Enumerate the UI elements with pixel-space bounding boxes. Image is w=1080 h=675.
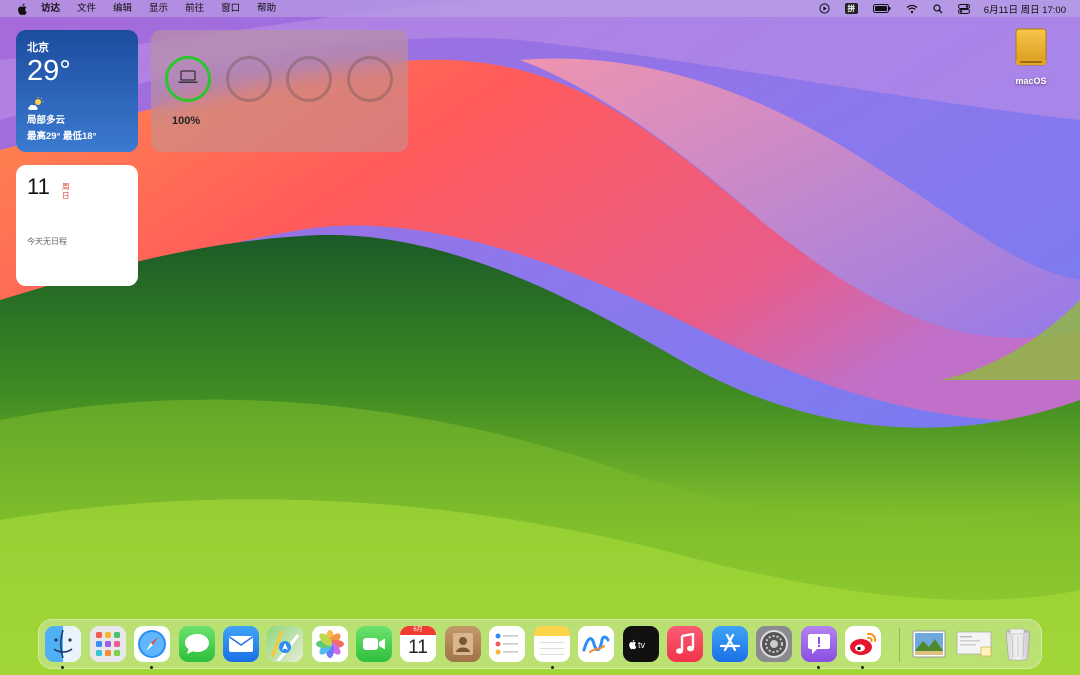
menu-bar: 访达 文件 编辑 显示 前往 窗口 帮助 拼 6月11日 周日 17:00 [0,0,1080,17]
menu-help[interactable]: 帮助 [257,0,276,17]
safari-icon[interactable] [134,626,170,662]
launchpad-icon[interactable] [90,626,126,662]
finder-running-indicator [61,666,64,669]
weibo-icon[interactable] [845,626,881,662]
calendar-icon-month: 6月 [400,626,436,635]
battery-percentage: 100% [172,115,201,127]
apple-tv-icon[interactable]: tv [623,626,659,662]
calendar-icon-day: 11 [408,637,428,658]
calendar-icon[interactable]: 6月 11 [400,626,436,662]
preview-image-icon[interactable] [911,626,947,662]
document-stack-icon[interactable] [955,626,995,662]
menu-clock[interactable]: 6月11日 周日 17:00 [984,0,1066,17]
notes-running-indicator [551,666,554,669]
freeform-icon[interactable] [578,626,614,662]
battery-ring-empty [286,56,332,102]
weather-high-low: 最高29° 最低18° [27,131,97,142]
dock: 6月 11 tv [38,619,1042,669]
system-settings-icon[interactable] [756,626,792,662]
contacts-icon[interactable] [445,626,481,662]
calendar-widget[interactable]: 11 周日 今天无日程 [16,165,138,286]
wifi-icon[interactable] [906,0,918,17]
partly-cloudy-icon [27,97,127,111]
calendar-day: 11 [27,174,50,199]
apple-menu-icon[interactable] [15,3,29,15]
photos-icon[interactable] [312,626,348,662]
messages-icon[interactable] [179,626,215,662]
svg-text:tv: tv [638,640,646,650]
hard-drive-icon [1010,27,1052,69]
feedback-assistant-running-indicator [817,666,820,669]
input-method-icon[interactable]: 拼 [844,0,858,17]
menu-view[interactable]: 显示 [149,0,168,17]
laptop-icon [177,69,199,89]
reminders-icon[interactable] [489,626,525,662]
mail-icon[interactable] [223,626,259,662]
now-playing-icon[interactable] [819,0,830,17]
menu-app-name[interactable]: 访达 [41,0,60,17]
menu-edit[interactable]: 编辑 [113,0,132,17]
dock-separator [899,628,900,662]
app-store-icon[interactable] [712,626,748,662]
drive-label: macOS [1015,76,1047,86]
weather-city: 北京 [27,42,49,54]
finder-icon[interactable] [45,626,81,662]
battery-ring-empty [226,56,272,102]
trash-icon[interactable] [1000,626,1036,662]
control-center-icon[interactable] [957,0,970,17]
battery-ring-macbook [165,56,211,102]
spotlight-search-icon[interactable] [933,0,943,17]
calendar-no-events: 今天无日程 [27,237,67,246]
maps-icon[interactable] [267,626,303,662]
weibo-running-indicator [861,666,864,669]
input-method-label: 拼 [844,3,858,14]
menu-window[interactable]: 窗口 [221,0,240,17]
weather-condition: 局部多云 [27,115,66,126]
weather-widget[interactable]: 北京 29° 局部多云 最高29° 最低18° [16,30,138,152]
weather-temperature: 29° [27,55,71,87]
menu-go[interactable]: 前往 [185,0,204,17]
menu-file[interactable]: 文件 [77,0,96,17]
desktop-drive-macos[interactable]: macOS [1005,27,1057,86]
notes-icon[interactable] [534,626,570,662]
facetime-icon[interactable] [356,626,392,662]
safari-running-indicator [150,666,153,669]
calendar-weekday: 周日 [62,182,70,200]
batteries-widget[interactable]: 100% [151,30,408,152]
feedback-assistant-icon[interactable] [801,626,837,662]
battery-icon[interactable] [872,0,891,17]
music-icon[interactable] [667,626,703,662]
battery-ring-empty [347,56,393,102]
